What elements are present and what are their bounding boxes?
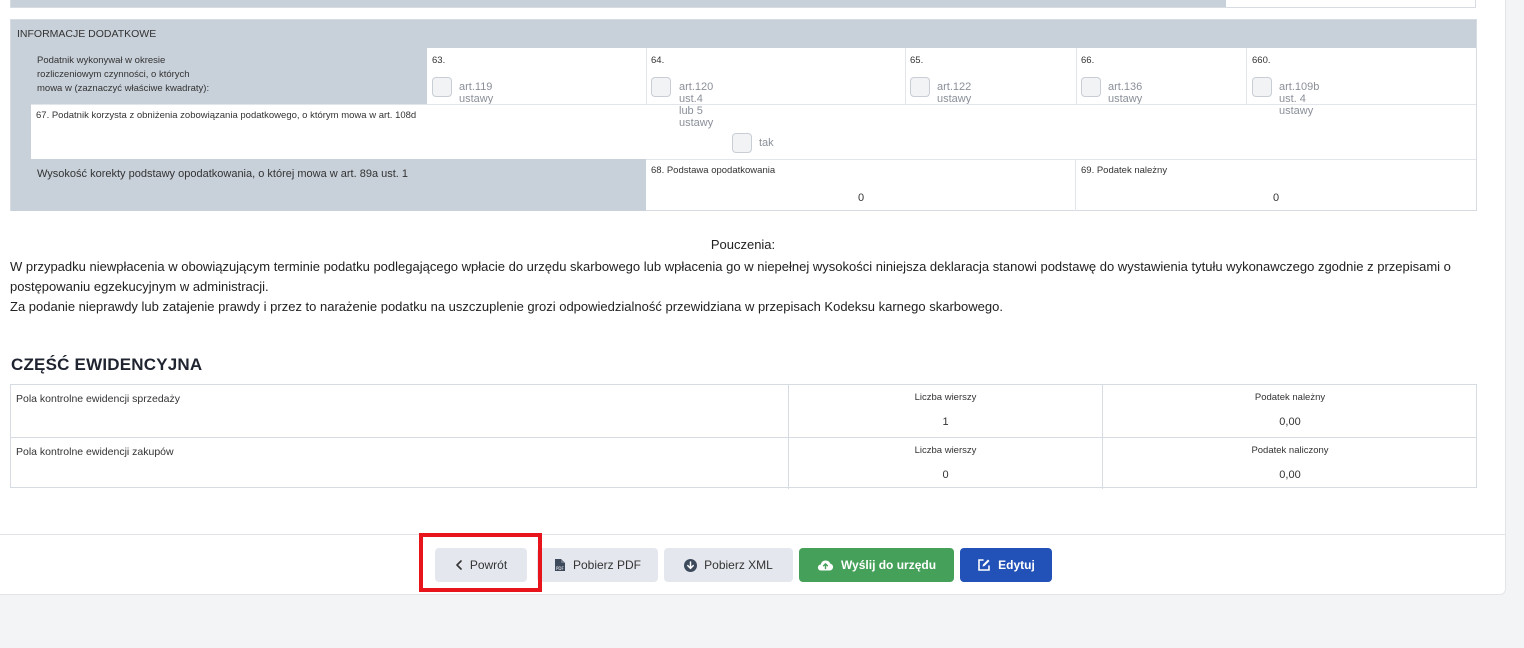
art136-label: art.136 ustawy — [1108, 81, 1143, 105]
tax-base-label: 68. Podstawa opodatkowania — [651, 165, 776, 176]
tax-due-value: 0 — [1272, 192, 1280, 204]
activities-label: Podatnik wykonywał w okresie rozliczenio… — [31, 48, 427, 104]
previous-section-fragment — [10, 0, 1476, 8]
art136-checkbox[interactable] — [1081, 77, 1101, 97]
back-button-highlight — [419, 533, 542, 592]
art109b-label: art.109b ust. 4 ustawy — [1279, 81, 1320, 117]
svg-text:PDF: PDF — [556, 566, 564, 571]
field-number: 64. — [651, 55, 665, 66]
send-to-office-button[interactable]: Wyślij do urzędu — [799, 548, 954, 582]
row-separator — [31, 104, 1476, 105]
row-label: Pola kontrolne ewidencji sprzedaży — [16, 393, 181, 405]
field-number: 63. — [432, 55, 446, 66]
tax-cell: Podatek naliczony 0,00 — [1102, 438, 1477, 489]
activities-label-line-1: Podatnik wykonywał w okresie — [37, 55, 166, 66]
download-pdf-label: Pobierz PDF — [572, 558, 642, 572]
divider — [1076, 48, 1077, 104]
additional-info-header: INFORMACJE DODATKOWE — [11, 20, 1476, 48]
row-count-cell: Liczba wierszy 1 — [788, 385, 1102, 437]
cloud-upload-icon — [817, 559, 834, 571]
art119-checkbox[interactable] — [432, 77, 452, 97]
tax-base-value: 0 — [857, 192, 865, 204]
table-row: Pola kontrolne ewidencji zakupów Liczba … — [11, 437, 1476, 489]
art122-label: art.122 ustawy — [937, 81, 972, 105]
row-count-value: 1 — [942, 416, 949, 428]
field-number: 660. — [1252, 55, 1271, 66]
edit-icon — [977, 558, 991, 572]
instructions-paragraph-2: Za podanie nieprawdy lub zatajenie prawd… — [10, 299, 1003, 314]
download-pdf-button[interactable]: PDF Pobierz PDF — [537, 548, 658, 582]
field-number: 65. — [910, 55, 924, 66]
tax-value: 0,00 — [1279, 416, 1301, 428]
records-section-title: CZĘŚĆ EWIDENCYJNA — [11, 355, 203, 374]
footer-divider — [0, 534, 1506, 535]
edit-button[interactable]: Edytuj — [960, 548, 1052, 582]
row-count-cell: Liczba wierszy 0 — [788, 438, 1102, 489]
pdf-file-icon: PDF — [554, 558, 566, 572]
send-to-office-label: Wyślij do urzędu — [840, 558, 937, 572]
download-circle-icon — [684, 558, 698, 572]
art108d-checkbox[interactable] — [732, 133, 752, 153]
divider — [646, 48, 647, 104]
art120-label: art.120 ust.4 lub 5 ustawy — [679, 81, 714, 129]
instructions-title: Pouczenia: — [710, 237, 776, 252]
correction-label: Wysokość korekty podstawy opodatkowania,… — [31, 159, 646, 211]
row-count-header: Liczba wierszy — [914, 392, 977, 403]
tax-header: Podatek naliczony — [1251, 445, 1329, 456]
edit-button-label: Edytuj — [998, 558, 1035, 572]
download-xml-label: Pobierz XML — [704, 558, 773, 572]
row-label: Pola kontrolne ewidencji zakupów — [16, 446, 174, 458]
tax-header: Podatek należny — [1254, 392, 1326, 403]
art122-checkbox[interactable] — [910, 77, 930, 97]
row-count-value: 0 — [942, 469, 949, 481]
field-number: 66. — [1081, 55, 1095, 66]
records-table: Pola kontrolne ewidencji sprzedaży Liczb… — [10, 384, 1477, 489]
activities-label-line-3: mowa w (zaznaczyć właściwe kwadraty): — [37, 83, 210, 94]
indent-strip — [11, 48, 31, 211]
table-row: Pola kontrolne ewidencji sprzedaży Liczb… — [11, 385, 1476, 437]
art119-label: art.119 ustawy — [459, 81, 494, 105]
row-count-header: Liczba wierszy — [914, 445, 977, 456]
art108d-tak-label: tak — [759, 137, 774, 149]
previous-section-gray-cell — [11, 0, 1226, 7]
art108d-label: 67. Podatnik korzysta z obniżenia zobowi… — [36, 110, 417, 121]
divider — [1246, 48, 1247, 104]
additional-info-section: INFORMACJE DODATKOWE Podatnik wykonywał … — [10, 19, 1477, 211]
instructions-text: W przypadku niewpłacenia w obowiązującym… — [10, 257, 1485, 317]
declaration-card: INFORMACJE DODATKOWE Podatnik wykonywał … — [0, 0, 1506, 595]
tax-due-label: 69. Podatek należny — [1081, 165, 1168, 176]
instructions-paragraph-1: W przypadku niewpłacenia w obowiązującym… — [10, 259, 1451, 294]
art120-checkbox[interactable] — [651, 77, 671, 97]
download-xml-button[interactable]: Pobierz XML — [664, 548, 793, 582]
divider — [905, 48, 906, 104]
tax-value: 0,00 — [1279, 469, 1301, 481]
activities-label-line-2: rozliczeniowym czynności, o których — [37, 69, 190, 80]
tax-cell: Podatek należny 0,00 — [1102, 385, 1477, 437]
art109b-checkbox[interactable] — [1252, 77, 1272, 97]
